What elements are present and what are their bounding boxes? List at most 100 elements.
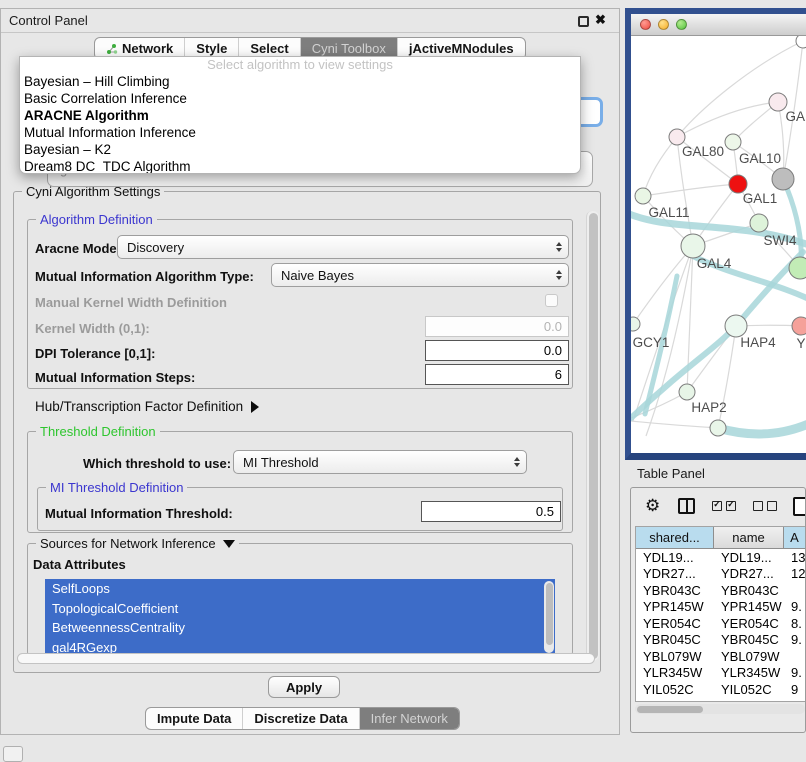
data-attribute-item[interactable]: TopologicalCoefficient [45,599,555,619]
network-edge [633,246,693,324]
control-panel-window: Control Panel ✖ NetworkStyleSelectCyni T… [0,8,620,735]
network-window-titlebar [631,14,806,36]
column-header-name[interactable]: name [714,527,784,548]
tab-label: Network [122,41,173,56]
kernel-width-label: Kernel Width (0,1): [35,321,150,336]
node-label[interactable]: GAL80 [682,144,724,159]
gear-icon[interactable]: ⚙ [645,496,660,516]
algorithm-option[interactable]: Bayesian – Hill Climbing [20,73,580,90]
algorithm-option[interactable]: Dream8 DC_TDC Algorithm [20,158,580,174]
attributes-scrollbar[interactable] [544,581,554,653]
node-label[interactable]: SWI4 [763,233,796,248]
data-attribute-item[interactable]: BetweennessCentrality [45,618,555,638]
table-cell: 9. [784,665,806,682]
node-unlabeled[interactable] [796,36,806,48]
apply-button[interactable]: Apply [268,676,340,698]
select-all-icon[interactable] [712,501,736,511]
table-row[interactable]: YBL079WYBL079W [636,648,806,665]
table-row[interactable]: YER054CYER054C8. [636,615,806,632]
table-panel-title: Table Panel [637,466,705,481]
node-gal80[interactable] [669,129,685,145]
table-row[interactable]: YPR145WYPR145W9. [636,599,806,616]
mac-minimize-icon[interactable] [658,19,669,30]
table-row[interactable]: YBR045CYBR045C9. [636,632,806,649]
float-window-icon[interactable] [578,16,589,27]
node-label[interactable]: GAL1 [743,191,778,206]
table-cell: YLR345W [714,665,784,682]
document-icon[interactable] [793,497,806,516]
aracne-mode-label: Aracne Mode: [35,241,121,256]
threshold-definition-title: Threshold Definition [36,424,160,439]
network-view-window[interactable]: GAL GAL80 GAL10 GAL1 GAL11 SWI4 GAL4 GCY1 HAP4 Y H… [625,8,806,460]
mi-threshold-field[interactable]: 0.5 [421,501,561,522]
tab-discretize-data[interactable]: Discretize Data [243,708,359,729]
hub-definition-toggle[interactable]: Hub/Transcription Factor Definition [35,399,259,414]
manual-kernel-label: Manual Kernel Width Definition [35,295,227,310]
settings-vertical-scrollbar[interactable] [586,211,599,661]
table-header-row: shared...nameA [636,527,806,549]
node-hap4[interactable] [725,315,747,337]
data-attributes-list[interactable]: SelfLoopsTopologicalCoefficientBetweenne… [45,579,555,661]
panel-corner-button[interactable] [3,746,23,762]
node-gcy1[interactable] [631,317,640,331]
table-cell: YDL19... [636,549,714,566]
table-row[interactable]: YDR27...YDR27...12 [636,566,806,583]
algorithm-option[interactable]: Basic Correlation Inference [20,90,580,107]
column-header-shared-[interactable]: shared... [636,527,714,548]
table-cell: YER054C [714,615,784,632]
which-threshold-label: Which threshold to use: [83,456,231,471]
kernel-width-field[interactable]: 0.0 [425,316,569,337]
tab-impute-data[interactable]: Impute Data [146,708,243,729]
dpi-tolerance-field[interactable]: 0.0 [425,340,569,361]
data-attribute-item[interactable]: SelfLoops [45,579,555,599]
network-canvas[interactable]: GAL GAL80 GAL10 GAL1 GAL11 SWI4 GAL4 GCY1 HAP4 Y H… [631,36,806,452]
manual-kernel-checkbox[interactable] [545,294,558,307]
mac-close-icon[interactable] [640,19,651,30]
node-label[interactable]: Y [796,336,805,351]
node-label[interactable]: GAL11 [648,205,689,220]
settings-horizontal-scrollbar[interactable] [17,653,595,664]
which-threshold-combobox[interactable]: MI Threshold [233,450,527,474]
table-cell: YDR27... [714,566,784,583]
algorithm-definition-title: Algorithm Definition [36,212,157,227]
node-unlabeled[interactable] [710,420,726,436]
node-gal4[interactable] [681,234,705,258]
node-label[interactable]: HAP4 [740,335,776,350]
table-row[interactable]: YBR043CYBR043C [636,582,806,599]
node-gal[interactable] [769,93,787,111]
node-unlabeled[interactable] [772,168,794,190]
algorithm-option[interactable]: ARACNE Algorithm [20,107,580,124]
table-horizontal-scrollbar[interactable] [635,704,805,714]
table-row[interactable]: YLR345WYLR345W9. [636,665,806,682]
sources-title[interactable]: Sources for Network Inference [36,536,239,551]
node-swi4[interactable] [750,214,768,232]
mac-zoom-icon[interactable] [676,19,687,30]
node-label[interactable]: GAL4 [697,256,732,271]
hub-definition-label: Hub/Transcription Factor Definition [35,399,243,414]
mi-type-label: Mutual Information Algorithm Type: [35,269,254,284]
node-label[interactable]: GAL [785,109,806,124]
table-cell: 12 [784,566,806,583]
table-row[interactable]: YIL052CYIL052C9 [636,681,806,698]
node-label[interactable]: GAL10 [739,151,781,166]
node-label[interactable]: HAP2 [691,400,726,415]
mi-type-combobox[interactable]: Naive Bayes [271,263,569,287]
node-unlabeled[interactable] [789,257,806,279]
column-view-icon[interactable] [678,498,695,514]
algorithm-option[interactable]: Mutual Information Inference [20,124,580,141]
control-panel-title: Control Panel [9,13,88,28]
tab-infer-network[interactable]: Infer Network [360,708,459,729]
mi-threshold-label: Mutual Information Threshold: [45,506,233,521]
mi-steps-field[interactable]: 6 [425,364,569,385]
column-header-a[interactable]: A [784,527,806,548]
deselect-all-icon[interactable] [753,501,777,511]
node-label[interactable]: GCY1 [633,335,670,350]
close-icon[interactable]: ✖ [595,12,606,28]
node-gal11[interactable] [635,188,651,204]
node-hap2[interactable] [679,384,695,400]
algorithm-option[interactable]: Bayesian – K2 [20,141,580,158]
table-row[interactable]: YDL19...YDL19...13 [636,549,806,566]
node-y[interactable] [792,317,806,335]
aracne-mode-combobox[interactable]: Discovery [117,235,569,259]
node-gal10[interactable] [725,134,741,150]
